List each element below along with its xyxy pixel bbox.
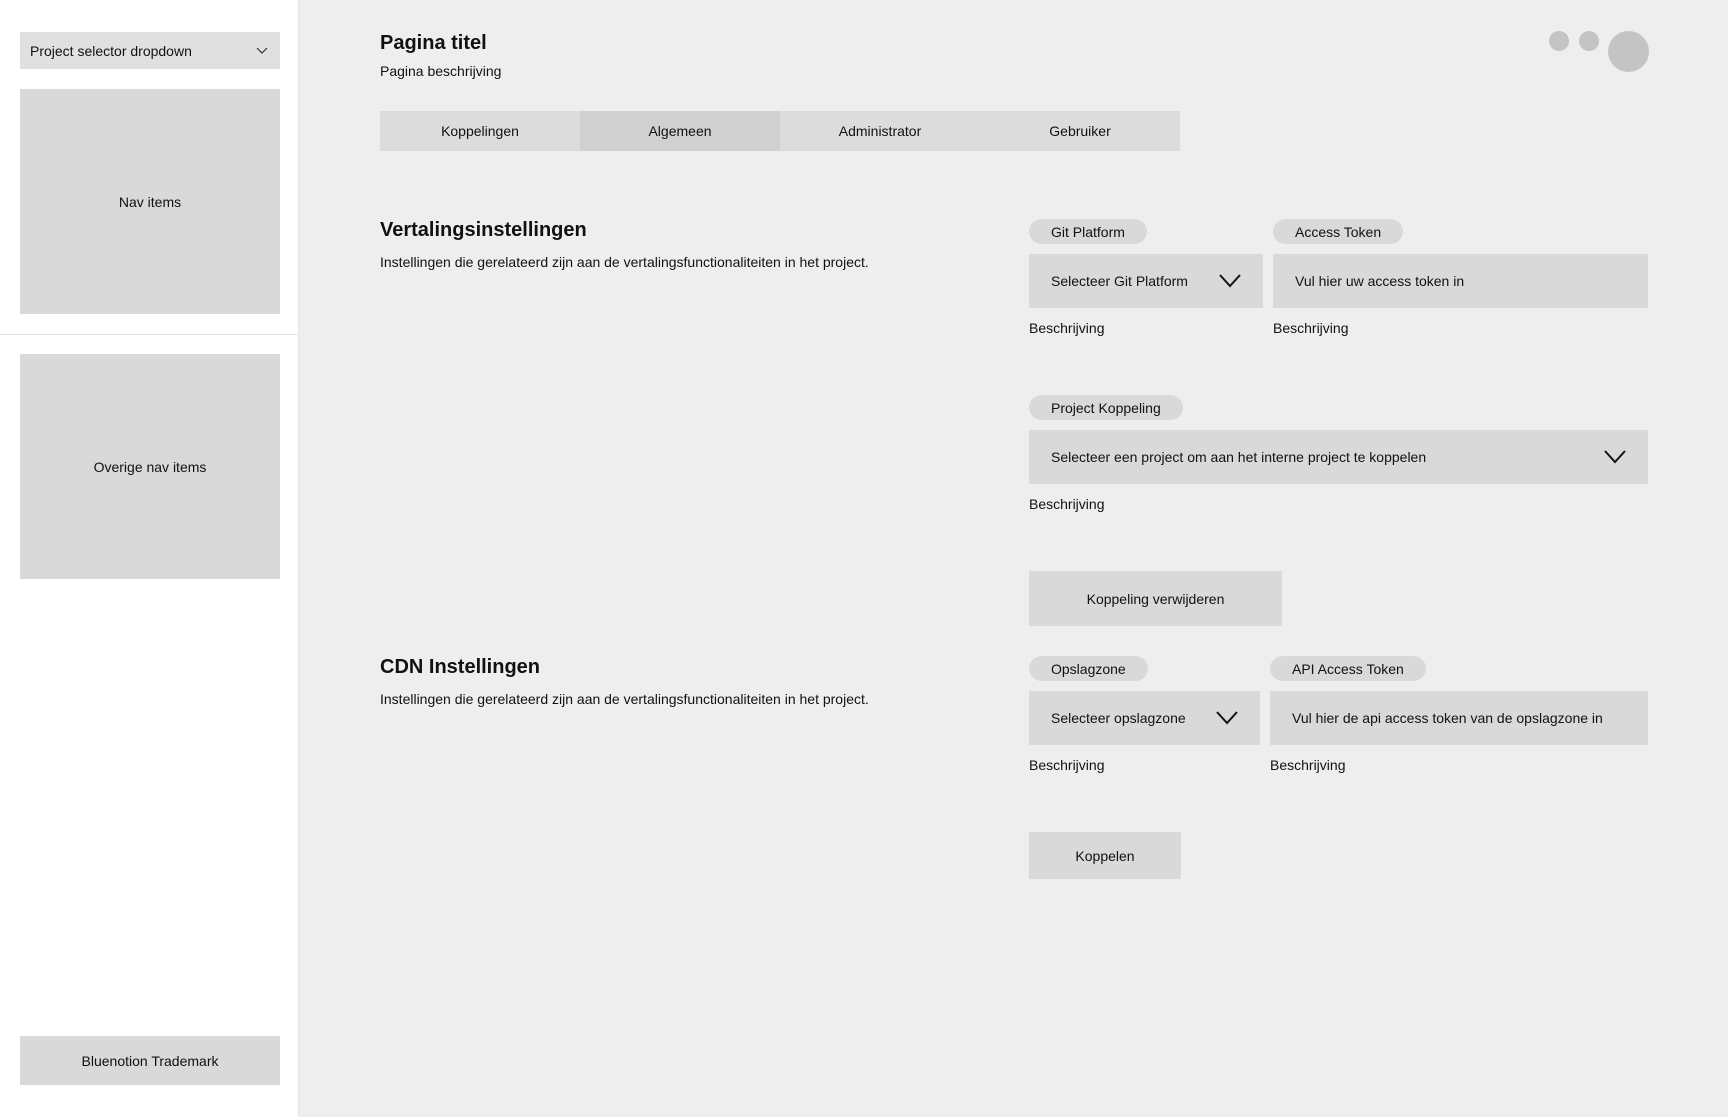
project-selector-label: Project selector dropdown xyxy=(30,42,192,59)
git-platform-select[interactable]: Selecteer Git Platform xyxy=(1029,254,1263,308)
chevron-down-icon xyxy=(1604,450,1626,464)
nav-items[interactable]: Nav items xyxy=(20,89,280,314)
chevron-down-icon xyxy=(1216,711,1238,725)
avatar[interactable] xyxy=(1608,31,1649,72)
remove-link-button[interactable]: Koppeling verwijderen xyxy=(1029,571,1282,626)
access-token-label: Access Token xyxy=(1273,219,1404,244)
nav-items-label: Nav items xyxy=(118,193,182,210)
header-action-icon[interactable] xyxy=(1549,31,1569,51)
api-access-token-help: Beschrijving xyxy=(1270,757,1346,773)
trademark-label: Bluenotion Trademark xyxy=(81,1052,219,1069)
project-selector-dropdown[interactable]: Project selector dropdown xyxy=(20,32,280,69)
tab-administrator[interactable]: Administrator xyxy=(780,111,980,151)
git-platform-value: Selecteer Git Platform xyxy=(1051,273,1188,289)
header-actions xyxy=(1549,31,1649,73)
link-button[interactable]: Koppelen xyxy=(1029,832,1181,879)
chevron-down-icon xyxy=(1219,274,1241,288)
access-token-help: Beschrijving xyxy=(1273,320,1349,336)
access-token-placeholder: Vul hier uw access token in xyxy=(1295,273,1465,289)
sidebar: Project selector dropdown Nav items Over… xyxy=(0,0,299,1117)
api-access-token-input[interactable]: Vul hier de api access token van de opsl… xyxy=(1270,691,1648,745)
tab-bar: Koppelingen Algemeen Administrator Gebru… xyxy=(380,111,1180,151)
storage-zone-select[interactable]: Selecteer opslagzone xyxy=(1029,691,1260,745)
other-nav-items[interactable]: Overige nav items xyxy=(20,354,280,579)
cdn-settings-title: CDN Instellingen xyxy=(380,656,541,678)
page-description: Pagina beschrijving xyxy=(380,63,502,79)
git-platform-help: Beschrijving xyxy=(1029,320,1105,336)
brand-trademark: Bluenotion Trademark xyxy=(20,1036,280,1085)
storage-zone-value: Selecteer opslagzone xyxy=(1051,710,1186,726)
project-link-label: Project Koppeling xyxy=(1029,395,1183,420)
tab-algemeen[interactable]: Algemeen xyxy=(580,111,780,151)
other-nav-items-label: Overige nav items xyxy=(93,458,207,475)
project-link-select[interactable]: Selecteer een project om aan het interne… xyxy=(1029,430,1648,484)
api-access-token-label: API Access Token xyxy=(1270,656,1426,681)
sidebar-divider xyxy=(0,334,299,335)
project-link-value: Selecteer een project om aan het interne… xyxy=(1051,449,1427,465)
git-platform-label: Git Platform xyxy=(1029,219,1147,244)
storage-zone-help: Beschrijving xyxy=(1029,757,1105,773)
tab-koppelingen[interactable]: Koppelingen xyxy=(380,111,580,151)
main-content: Pagina titel Pagina beschrijving Koppeli… xyxy=(299,0,1728,1117)
header-action-icon[interactable] xyxy=(1579,31,1599,51)
access-token-input[interactable]: Vul hier uw access token in xyxy=(1273,254,1648,308)
api-access-token-placeholder: Vul hier de api access token van de opsl… xyxy=(1292,710,1603,726)
tab-gebruiker[interactable]: Gebruiker xyxy=(980,111,1180,151)
translation-settings-title: Vertalingsinstellingen xyxy=(380,219,587,241)
storage-zone-label: Opslagzone xyxy=(1029,656,1148,681)
page-title: Pagina titel xyxy=(380,32,487,54)
project-link-help: Beschrijving xyxy=(1029,496,1105,512)
chevron-down-icon xyxy=(256,47,268,54)
translation-settings-description: Instellingen die gerelateerd zijn aan de… xyxy=(380,254,869,270)
cdn-settings-description: Instellingen die gerelateerd zijn aan de… xyxy=(380,691,869,707)
